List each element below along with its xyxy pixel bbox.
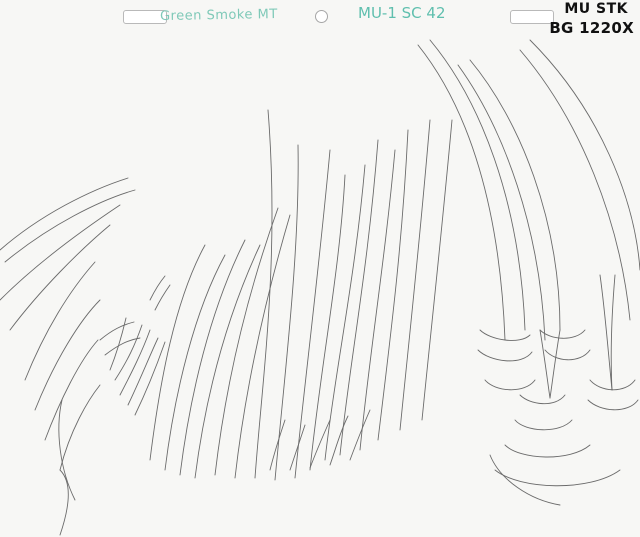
peg-hole bbox=[315, 10, 328, 23]
scene-number-note: MU-1 SC 42 bbox=[358, 4, 446, 22]
background-number-note: BG 1220X bbox=[549, 19, 634, 37]
animation-drawing-sheet: Green Smoke MT MU-1 SC 42 MU STK BG 1220… bbox=[0, 0, 640, 537]
production-title-note: Green Smoke MT bbox=[159, 6, 278, 25]
pencil-drawing-grass-and-claws bbox=[0, 39, 640, 536]
stock-note: MU STK bbox=[564, 1, 628, 17]
peg-tab-right bbox=[510, 10, 554, 24]
